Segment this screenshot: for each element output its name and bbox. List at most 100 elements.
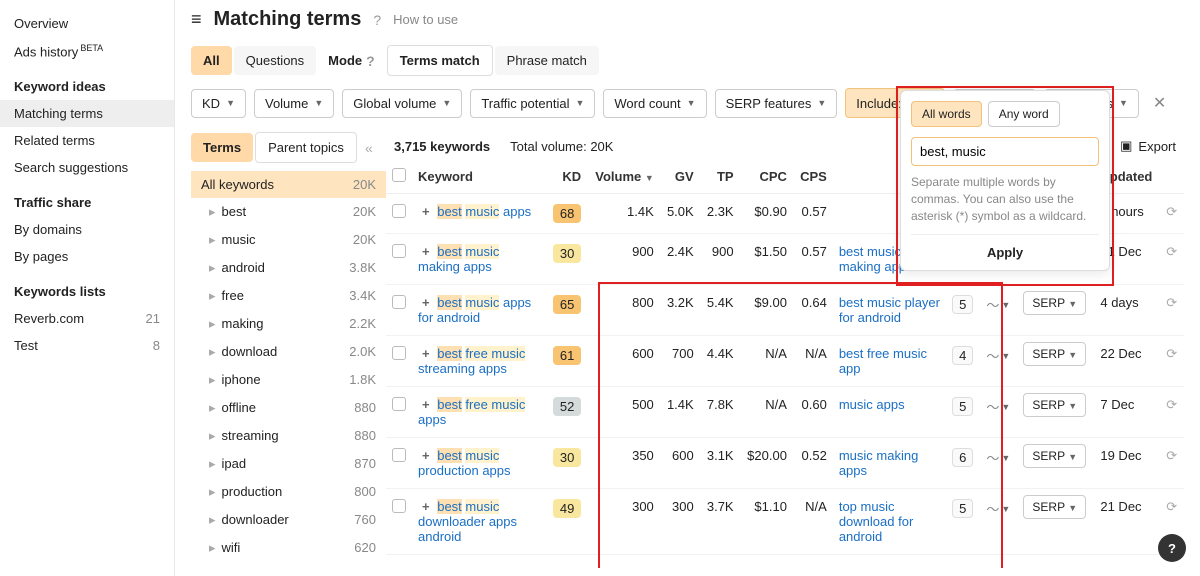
filter-word-count[interactable]: Word count▼ (603, 89, 706, 118)
term-row[interactable]: ▸android3.8K (191, 254, 386, 282)
include-words-input[interactable] (911, 137, 1099, 166)
serp-button[interactable]: SERP ▼ (1023, 495, 1086, 519)
term-row[interactable]: ▸ipad870 (191, 450, 386, 478)
keyword-link[interactable]: best free music streaming apps (418, 346, 525, 376)
term-row[interactable]: ▸best20K (191, 198, 386, 226)
term-row[interactable]: ▸download2.0K (191, 338, 386, 366)
serp-button[interactable]: SERP ▼ (1023, 342, 1086, 366)
help-icon[interactable]: ? (373, 12, 381, 28)
term-row[interactable]: ▸mp3600 (191, 562, 386, 568)
terms-tab-terms[interactable]: Terms (191, 133, 253, 162)
parent-topic-link[interactable]: best free music app (839, 346, 927, 376)
keyword-link[interactable]: best music apps (437, 204, 531, 219)
popover-tab-any-word[interactable]: Any word (988, 101, 1060, 127)
chevron-right-icon: ▸ (209, 260, 216, 275)
row-checkbox[interactable] (392, 448, 406, 462)
filter-kd[interactable]: KD▼ (191, 89, 246, 118)
refresh-icon[interactable]: ⟳ (1166, 499, 1177, 514)
term-row[interactable]: ▸streaming880 (191, 422, 386, 450)
term-row[interactable]: ▸making2.2K (191, 310, 386, 338)
tab-terms-match[interactable]: Terms match (387, 45, 493, 76)
sidebar-item[interactable]: Test8 (0, 332, 174, 359)
add-icon[interactable]: + (418, 397, 434, 412)
filter-traffic-potential[interactable]: Traffic potential▼ (470, 89, 595, 118)
row-checkbox[interactable] (392, 204, 406, 218)
sidebar-item[interactable]: By domains (0, 216, 174, 243)
col-cpc[interactable]: CPC (740, 160, 793, 194)
add-icon[interactable]: + (418, 204, 434, 219)
hamburger-icon[interactable]: ≡ (191, 9, 202, 30)
refresh-icon[interactable]: ⟳ (1166, 397, 1177, 412)
col-gv[interactable]: GV (660, 160, 700, 194)
keyword-link[interactable]: best free music apps (418, 397, 525, 427)
sidebar-item[interactable]: By pages (0, 243, 174, 270)
row-checkbox[interactable] (392, 346, 406, 360)
sidebar-item[interactable]: Reverb.com21 (0, 305, 174, 332)
add-icon[interactable]: + (418, 244, 434, 259)
popover-tab-all-words[interactable]: All words (911, 101, 982, 127)
trend-icon[interactable]: 〜 ▼ (986, 346, 1010, 365)
clear-filters-icon[interactable]: ✕ (1147, 93, 1172, 113)
parent-topic-link[interactable]: best music player for android (839, 295, 940, 325)
term-row[interactable]: ▸iphone1.8K (191, 366, 386, 394)
filter-serp-features[interactable]: SERP features▼ (715, 89, 838, 118)
term-row[interactable]: ▸music20K (191, 226, 386, 254)
refresh-icon[interactable]: ⟳ (1166, 295, 1177, 310)
trend-icon[interactable]: 〜 ▼ (986, 499, 1010, 518)
row-checkbox[interactable] (392, 397, 406, 411)
tab-phrase-match[interactable]: Phrase match (495, 46, 599, 75)
add-icon[interactable]: + (418, 295, 434, 310)
term-row[interactable]: ▸production800 (191, 478, 386, 506)
term-row[interactable]: ▸downloader760 (191, 506, 386, 534)
help-fab-icon[interactable]: ? (1158, 534, 1186, 562)
add-icon[interactable]: + (418, 499, 434, 514)
trend-icon[interactable]: 〜 ▼ (986, 448, 1010, 467)
col-kd[interactable]: KD (546, 160, 587, 194)
term-row[interactable]: ▸free3.4K (191, 282, 386, 310)
tab-all[interactable]: All (191, 46, 232, 75)
tab-questions[interactable]: Questions (234, 46, 317, 75)
col-keyword[interactable]: Keyword (412, 160, 546, 194)
collapse-icon[interactable]: « (359, 140, 379, 156)
refresh-icon[interactable]: ⟳ (1166, 448, 1177, 463)
add-icon[interactable]: + (418, 448, 434, 463)
col-tp[interactable]: TP (700, 160, 740, 194)
terms-tab-parent[interactable]: Parent topics (255, 132, 357, 163)
sidebar-item[interactable]: Related terms (0, 127, 174, 154)
sidebar-item[interactable]: Matching terms (0, 100, 174, 127)
main-panel: ≡ Matching terms ? How to use All Questi… (175, 0, 1200, 576)
col-cps[interactable]: CPS (793, 160, 833, 194)
select-all-checkbox[interactable] (392, 168, 406, 182)
serp-button[interactable]: SERP ▼ (1023, 444, 1086, 468)
filter-global-volume[interactable]: Global volume▼ (342, 89, 462, 118)
parent-topic-link[interactable]: music apps (839, 397, 905, 412)
export-button[interactable]: ▣Export (1120, 138, 1176, 154)
serp-button[interactable]: SERP ▼ (1023, 393, 1086, 417)
trend-icon[interactable]: 〜 ▼ (986, 397, 1010, 416)
term-row[interactable]: ▸wifi620 (191, 534, 386, 562)
refresh-icon[interactable]: ⟳ (1166, 244, 1177, 259)
chevron-right-icon: ▸ (209, 428, 216, 443)
apply-button[interactable]: Apply (911, 234, 1099, 260)
parent-topic-link[interactable]: music making apps (839, 448, 918, 478)
sidebar-item[interactable]: Search suggestions (0, 154, 174, 181)
filter-volume[interactable]: Volume▼ (254, 89, 334, 118)
trend-icon[interactable]: 〜 ▼ (986, 295, 1010, 314)
term-row[interactable]: ▸offline880 (191, 394, 386, 422)
refresh-icon[interactable]: ⟳ (1166, 346, 1177, 361)
parent-topic-link[interactable]: top music download for android (839, 499, 913, 544)
serp-button[interactable]: SERP ▼ (1023, 291, 1086, 315)
sidebar-overview[interactable]: Overview (0, 10, 174, 37)
add-icon[interactable]: + (418, 346, 434, 361)
term-row[interactable]: All keywords20K (191, 171, 386, 198)
info-icon[interactable]: ? (366, 53, 375, 69)
how-to-use-link[interactable]: How to use (393, 12, 458, 27)
keyword-link[interactable]: best music apps for android (418, 295, 531, 325)
col-volume[interactable]: Volume ▼ (587, 160, 660, 194)
refresh-icon[interactable]: ⟳ (1166, 204, 1177, 219)
sidebar-ads-history[interactable]: Ads historyBETA (0, 37, 174, 65)
row-checkbox[interactable] (392, 499, 406, 513)
row-checkbox[interactable] (392, 244, 406, 258)
row-checkbox[interactable] (392, 295, 406, 309)
caret-down-icon: ▼ (575, 98, 584, 108)
